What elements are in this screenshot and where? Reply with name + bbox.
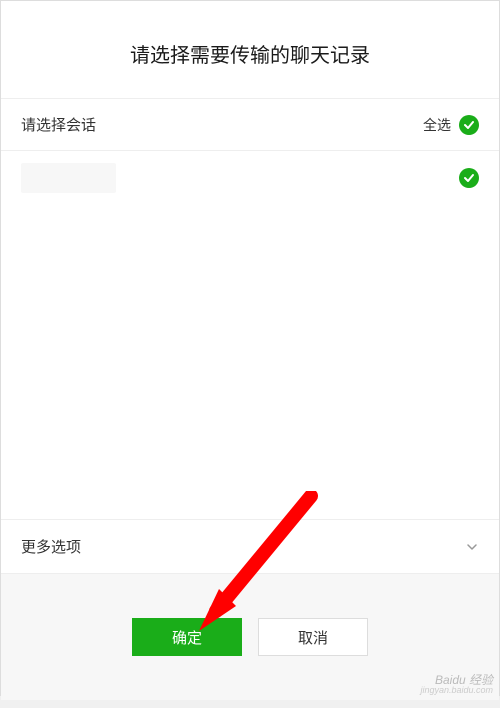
watermark: Baidu 经验 jingyan.baidu.com (420, 674, 493, 695)
confirm-button[interactable]: 确定 (132, 618, 242, 656)
dialog-title: 请选择需要传输的聊天记录 (1, 39, 499, 68)
conversation-name-placeholder (21, 163, 116, 193)
watermark-sub: jingyan.baidu.com (420, 686, 493, 695)
conversation-section-header: 请选择会话 全选 (1, 98, 499, 151)
chevron-down-icon (465, 540, 479, 554)
dialog-header: 请选择需要传输的聊天记录 (1, 1, 499, 98)
select-all-label: 全选 (423, 115, 451, 135)
cancel-button-label: 取消 (298, 627, 328, 648)
checkmark-icon[interactable] (459, 168, 479, 188)
section-title: 请选择会话 (21, 114, 96, 135)
more-options-toggle[interactable]: 更多选项 (1, 519, 499, 574)
chat-transfer-dialog: 请选择需要传输的聊天记录 请选择会话 全选 更多选项 确定 取消 (0, 0, 500, 696)
cancel-button[interactable]: 取消 (258, 618, 368, 656)
checkmark-icon (459, 115, 479, 135)
more-options-label: 更多选项 (21, 536, 81, 557)
confirm-button-label: 确定 (172, 627, 202, 648)
conversation-list[interactable] (1, 151, 499, 519)
select-all-toggle[interactable]: 全选 (423, 115, 479, 135)
list-item[interactable] (1, 151, 499, 205)
